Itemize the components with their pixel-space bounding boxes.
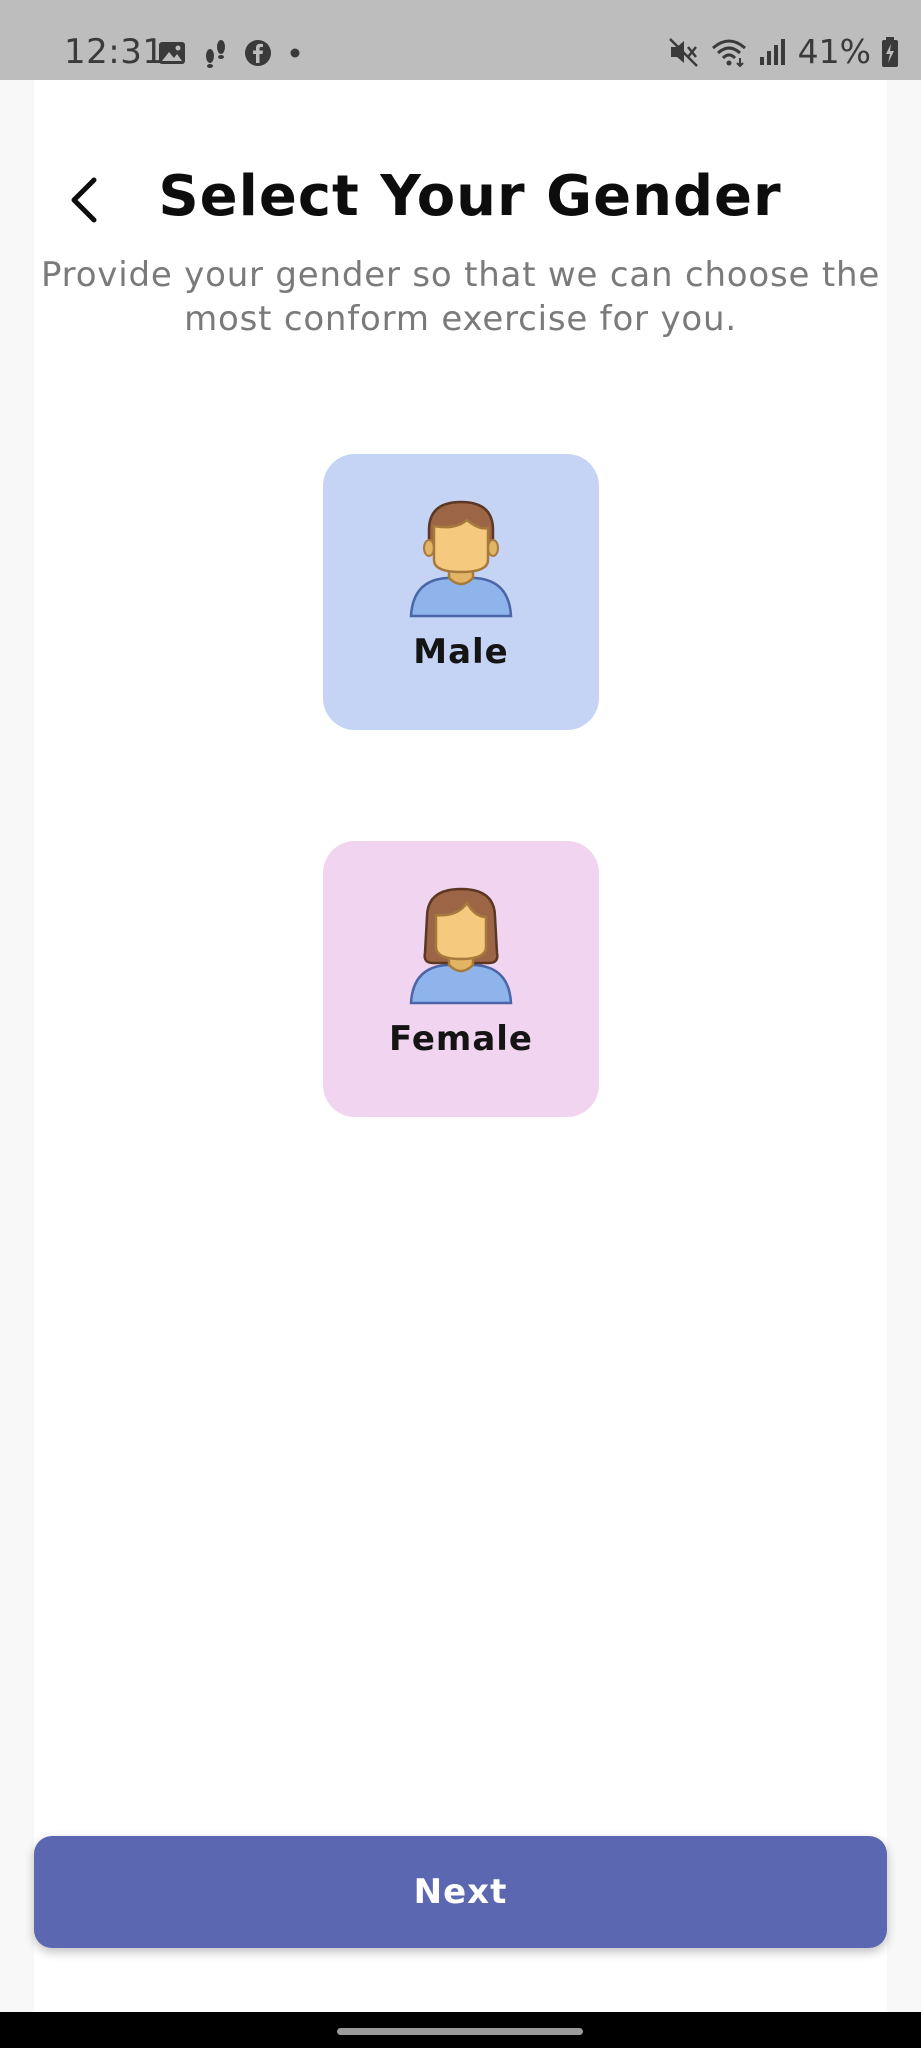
subtitle-line-2: most conform exercise for you. (184, 299, 737, 339)
status-bar: 12:31 41% (0, 0, 921, 80)
male-label: Male (413, 632, 509, 672)
signal-icon (759, 38, 785, 65)
page-title: Select Your Gender (158, 164, 782, 229)
page-subtitle: Provide your gender so that we can choos… (34, 253, 887, 341)
content-area: Select Your Gender Provide your gender s… (34, 80, 887, 2012)
home-handle[interactable] (337, 2028, 583, 2035)
screen: 12:31 41% Select Your Gender Provide you… (0, 0, 921, 2048)
male-option-card[interactable]: Male (323, 454, 599, 730)
male-avatar-icon (409, 500, 513, 618)
status-time: 12:31 (64, 32, 165, 72)
footsteps-icon (206, 40, 225, 68)
wifi-icon (711, 39, 746, 67)
status-right: 41% (668, 32, 899, 71)
battery-percent: 41% (797, 32, 871, 71)
battery-icon (882, 36, 898, 67)
navigation-bar (0, 2012, 921, 2048)
female-label: Female (389, 1019, 533, 1059)
image-icon (159, 42, 185, 64)
next-button[interactable]: Next (34, 1836, 887, 1948)
mute-icon (668, 37, 698, 67)
female-option-card[interactable]: Female (323, 841, 599, 1117)
subtitle-line-1: Provide your gender so that we can choos… (40, 255, 881, 295)
status-left-icons (158, 38, 302, 68)
dot-icon (290, 48, 300, 58)
facebook-icon (245, 40, 271, 66)
female-avatar-icon (409, 887, 513, 1005)
